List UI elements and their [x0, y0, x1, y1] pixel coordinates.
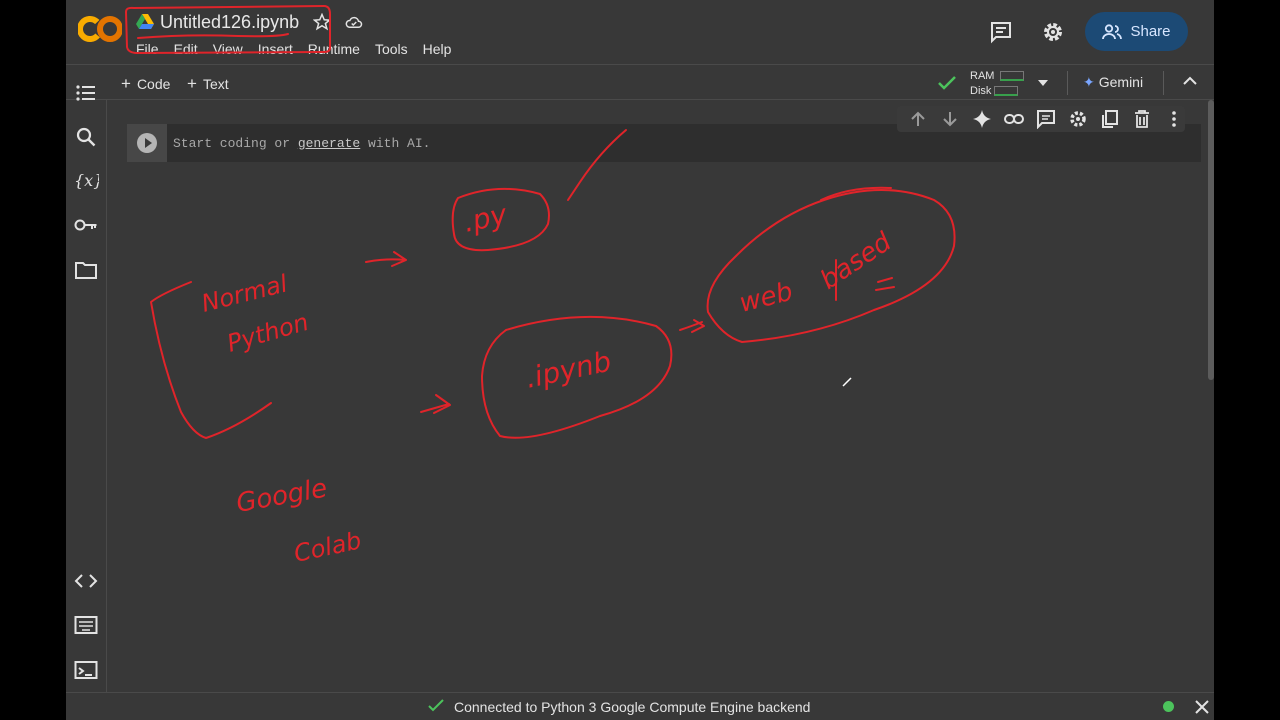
- add-code-button[interactable]: + Code: [121, 74, 170, 94]
- disk-bar: [994, 86, 1019, 97]
- header: Untitled126.ipynb File Edit View Insert …: [66, 0, 1214, 64]
- runtime-dropdown-icon[interactable]: [1037, 79, 1049, 87]
- menu-help[interactable]: Help: [423, 41, 452, 57]
- link-icon[interactable]: [1003, 109, 1025, 129]
- star-icon[interactable]: [313, 13, 332, 31]
- delete-trash-icon[interactable]: [1131, 109, 1153, 129]
- variables-icon[interactable]: {x}: [73, 169, 99, 191]
- status-text[interactable]: Connected to Python 3 Google Compute Eng…: [454, 699, 810, 715]
- settings-gear-icon[interactable]: [1041, 20, 1065, 44]
- plus-icon: +: [187, 74, 197, 93]
- status-bar: Connected to Python 3 Google Compute Eng…: [66, 692, 1214, 720]
- share-label: Share: [1130, 23, 1171, 40]
- terminal-icon[interactable]: [74, 660, 98, 680]
- ram-bar: [1000, 71, 1025, 82]
- toolbar-divider: [1067, 71, 1068, 95]
- secrets-key-icon[interactable]: [74, 215, 98, 235]
- vertical-scrollbar[interactable]: [1208, 100, 1214, 380]
- share-button[interactable]: Share: [1085, 12, 1188, 51]
- colab-window: Untitled126.ipynb File Edit View Insert …: [66, 0, 1214, 720]
- add-code-label: Code: [136, 76, 171, 92]
- cell-gutter: [127, 124, 167, 162]
- table-of-contents-icon[interactable]: [75, 82, 97, 104]
- connected-check-icon: [938, 76, 956, 90]
- cell-toolbar: [897, 106, 1185, 132]
- drive-icon[interactable]: [136, 14, 154, 30]
- move-up-icon[interactable]: [907, 109, 929, 129]
- colab-logo[interactable]: [78, 14, 122, 44]
- gemini-label: Gemini: [1098, 74, 1144, 90]
- notebook-area: Start coding or generate with AI.: [107, 100, 1214, 692]
- cell-settings-gear-icon[interactable]: [1067, 109, 1089, 129]
- connection-status-dot: [1163, 701, 1174, 712]
- placeholder-text-end: with AI.: [360, 136, 431, 151]
- notebook-title[interactable]: Untitled126.ipynb: [160, 12, 299, 33]
- cell-placeholder[interactable]: Start coding or generate with AI.: [173, 136, 430, 151]
- comments-icon[interactable]: [989, 20, 1013, 44]
- menu-tools[interactable]: Tools: [375, 41, 408, 57]
- command-palette-icon[interactable]: [74, 615, 98, 635]
- gemini-spark-icon: ✦: [1083, 74, 1095, 90]
- cloud-saved-icon[interactable]: [345, 13, 363, 31]
- menu-insert[interactable]: Insert: [258, 41, 293, 57]
- title-row: Untitled126.ipynb: [136, 10, 363, 34]
- ram-label: RAM: [970, 70, 995, 82]
- add-text-label: Text: [202, 76, 229, 92]
- run-cell-button[interactable]: [137, 133, 157, 153]
- notebook-toolbar: + Code + Text RAM Disk ✦ Gemini: [66, 64, 1214, 100]
- menu-bar: File Edit View Insert Runtime Tools Help: [136, 41, 466, 57]
- gemini-spark-icon[interactable]: [971, 109, 993, 129]
- close-icon[interactable]: [1195, 700, 1209, 714]
- files-folder-icon[interactable]: [75, 260, 97, 280]
- collapse-chevron-up-icon[interactable]: [1183, 76, 1197, 86]
- svg-text:{x}: {x}: [74, 171, 99, 190]
- menu-edit[interactable]: Edit: [174, 41, 198, 57]
- gemini-button[interactable]: ✦ Gemini: [1083, 74, 1143, 91]
- mirror-cell-icon[interactable]: [1099, 109, 1121, 129]
- menu-file[interactable]: File: [136, 41, 159, 57]
- code-snippets-icon[interactable]: [74, 572, 98, 590]
- add-text-button[interactable]: + Text: [187, 74, 229, 94]
- comment-icon[interactable]: [1035, 109, 1057, 129]
- share-people-icon: [1102, 23, 1123, 39]
- more-options-icon[interactable]: [1163, 109, 1185, 129]
- menu-view[interactable]: View: [213, 41, 243, 57]
- generate-link[interactable]: generate: [298, 136, 360, 151]
- search-icon[interactable]: [75, 126, 97, 148]
- disk-label: Disk: [970, 85, 992, 97]
- toolbar-divider: [1163, 71, 1164, 95]
- status-check-icon: [428, 699, 444, 712]
- plus-icon: +: [121, 74, 131, 93]
- move-down-icon[interactable]: [939, 109, 961, 129]
- menu-runtime[interactable]: Runtime: [308, 41, 360, 57]
- resource-monitor[interactable]: RAM Disk: [970, 69, 1025, 99]
- placeholder-text: Start coding or: [173, 136, 298, 151]
